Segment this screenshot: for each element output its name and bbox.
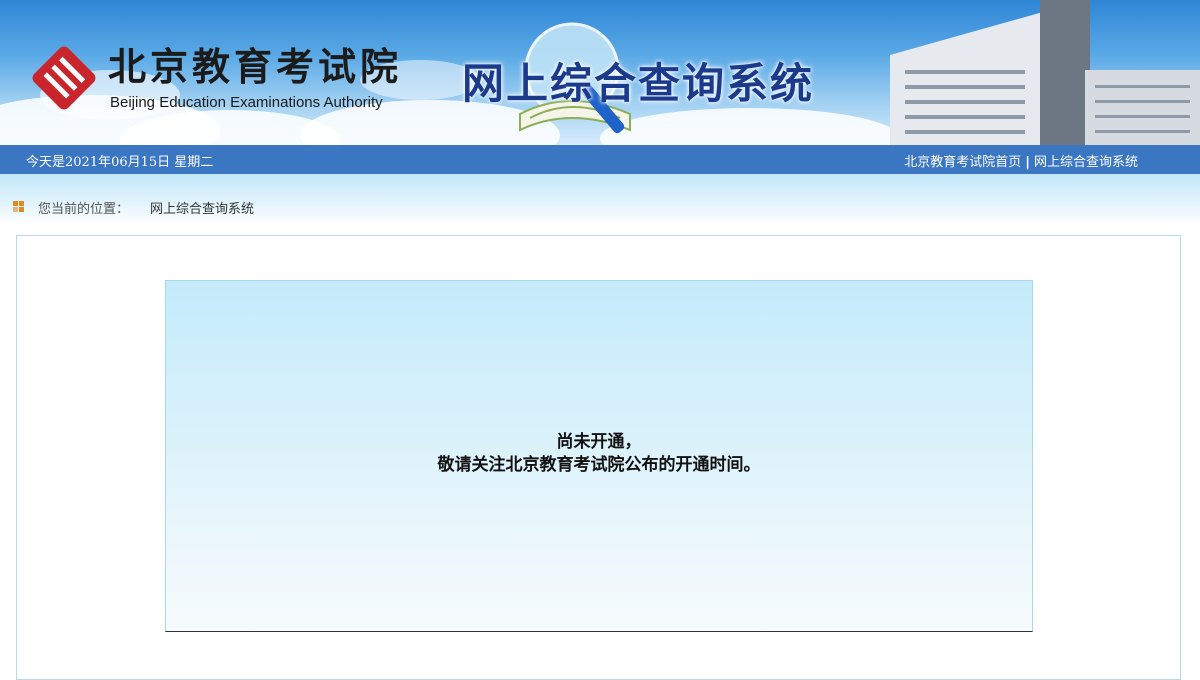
top-links: 北京教育考试院首页 | 网上综合查询系统 [904,151,1138,170]
top-navigation-bar: 今天是2021年06月15日 星期二 北京教育考试院首页 | 网上综合查询系统 [0,145,1200,174]
header-banner: 北京教育考试院 Beijing Education Examinations A… [0,0,1200,145]
notice-line-1: 尚未开通， [556,432,642,452]
notice-message: 尚未开通， 敬请关注北京教育考试院公布的开通时间。 [166,431,1032,477]
system-title: 网上综合查询系统 [462,59,815,108]
current-date: 今天是2021年06月15日 星期二 [26,155,214,170]
breadcrumb-label: 您当前的位置： [38,202,130,217]
link-query-system[interactable]: 网上综合查询系统 [1034,155,1138,170]
notice-box: 尚未开通， 敬请关注北京教育考试院公布的开通时间。 [165,280,1033,632]
beijing-education-logo-icon[interactable] [30,44,98,112]
grid-bullet-icon [13,201,27,215]
breadcrumb-current[interactable]: 网上综合查询系统 [150,198,254,217]
notice-line-2: 敬请关注北京教育考试院公布的开通时间。 [437,455,761,475]
logo-english-name: Beijing Education Examinations Authority [110,94,383,111]
link-separator: | [1025,155,1030,170]
building-illustration [890,0,1200,145]
logo-chinese-name: 北京教育考试院 [108,44,403,89]
link-bjeea-home[interactable]: 北京教育考试院首页 [904,155,1021,170]
